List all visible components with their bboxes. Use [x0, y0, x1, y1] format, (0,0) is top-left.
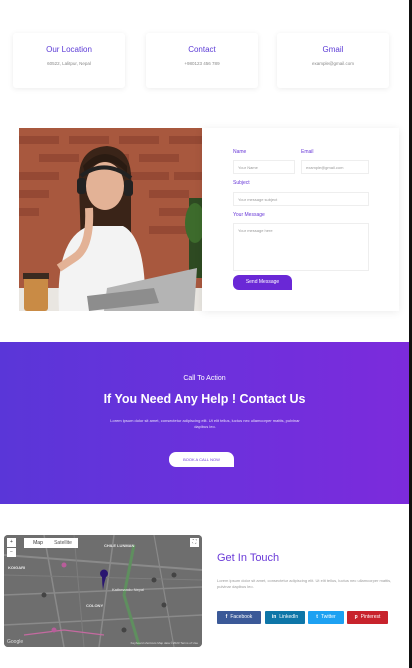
- twitter-button[interactable]: t Twitter: [308, 611, 344, 624]
- get-in-touch-description: Lorem ipsum dolor sit amet, consectetur …: [217, 578, 392, 589]
- message-textarea[interactable]: Your message here: [233, 223, 369, 271]
- twitter-icon: t: [316, 614, 318, 620]
- pinterest-icon: p: [354, 614, 358, 620]
- map-label-mid: Kathmandu Nepal: [112, 587, 145, 592]
- map-tab-satellite[interactable]: Satellite: [48, 538, 78, 548]
- message-label: Your Message: [233, 212, 265, 218]
- facebook-label: Facebook: [230, 614, 253, 620]
- fullscreen-icon[interactable]: ⛶: [190, 538, 199, 547]
- contact-value: +980123 456 789: [184, 61, 220, 66]
- send-message-button[interactable]: Send Message: [233, 275, 292, 290]
- subject-input[interactable]: Your message subject: [233, 192, 369, 206]
- map-label-left: KOIGARI: [8, 565, 26, 570]
- linkedin-label: LinkedIn: [279, 614, 299, 620]
- cta-title: If You Need Any Help ! Contact Us: [103, 392, 306, 406]
- map-zoom-out-button[interactable]: −: [7, 548, 16, 557]
- contact-card: Contact +980123 456 789: [146, 33, 258, 88]
- map-label-bottom: COLONY: [86, 603, 104, 608]
- gmail-title: Gmail: [322, 45, 344, 54]
- facebook-button[interactable]: f Facebook: [217, 611, 261, 624]
- location-value: 60522, Lalitpur, Nepal: [47, 61, 91, 66]
- gmail-value: example@gmail.com: [311, 61, 355, 66]
- info-cards-section: Our Location 60522, Lalitpur, Nepal Cont…: [0, 0, 409, 120]
- location-title: Our Location: [46, 45, 92, 54]
- contact-photo: [19, 128, 202, 311]
- cta-description: Lorem ipsum dolor sit amet, consectetur …: [110, 418, 300, 429]
- pinterest-button[interactable]: p Pinterest: [347, 611, 388, 624]
- facebook-icon: f: [225, 614, 228, 620]
- map-embed[interactable]: + − Map Satellite ⛶ CHILE LUNMAN KOIGARI…: [4, 535, 202, 647]
- twitter-label: Twitter: [320, 614, 336, 620]
- subject-label: Subject: [233, 180, 250, 186]
- cta-subtitle: Call To Action: [183, 375, 226, 382]
- contact-form: Name Email Your Name example@gmail.com S…: [202, 128, 399, 311]
- email-label: Email: [301, 149, 314, 155]
- name-label: Name: [233, 149, 247, 155]
- map-footer: Keyboard shortcuts Map data ©2023 Terms …: [130, 641, 198, 645]
- linkedin-button[interactable]: in LinkedIn: [265, 611, 305, 624]
- google-logo: Google: [7, 639, 24, 645]
- name-input[interactable]: Your Name: [233, 160, 295, 174]
- map-zoom-in-button[interactable]: +: [7, 538, 16, 547]
- get-in-touch-title: Get In Touch: [217, 552, 280, 564]
- pinterest-label: Pinterest: [360, 614, 381, 620]
- map-label-top: CHILE LUNMAN: [104, 543, 135, 548]
- cta-banner: Call To Action If You Need Any Help ! Co…: [0, 342, 409, 504]
- contact-title: Contact: [188, 45, 216, 54]
- location-card: Our Location 60522, Lalitpur, Nepal: [13, 33, 125, 88]
- email-input[interactable]: example@gmail.com: [301, 160, 369, 174]
- book-call-button[interactable]: BOOK A CALL NOW: [169, 452, 234, 467]
- linkedin-icon: in: [271, 614, 277, 620]
- map-streets: [4, 535, 202, 647]
- gmail-card: Gmail example@gmail.com: [277, 33, 389, 88]
